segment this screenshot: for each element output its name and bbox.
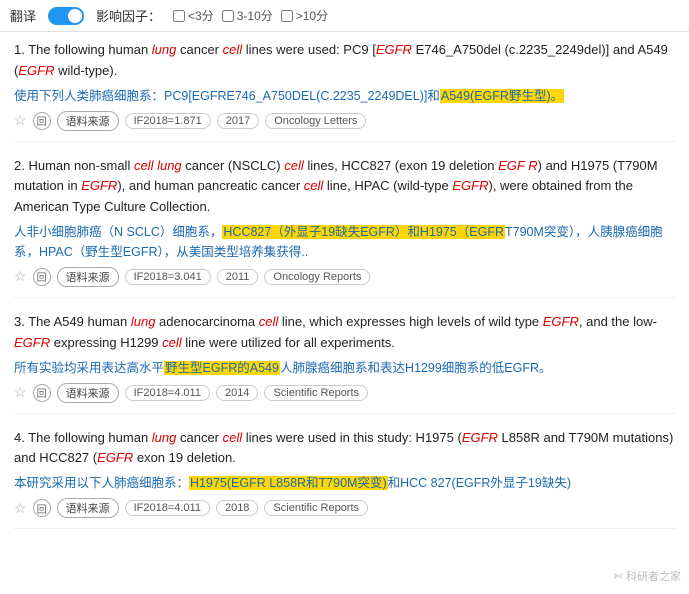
results-container: 1. The following human lung cancer cell … — [0, 32, 689, 551]
result-2-highlight: HCC827（外显子19缺失EGFR）和H1975（EGFR — [222, 225, 505, 239]
result-item-3: 3. The A549 human lung adenocarcinoma ce… — [14, 312, 675, 414]
result-item-4: 4. The following human lung cancer cell … — [14, 428, 675, 530]
result-2-year-tag: 2011 — [217, 269, 259, 285]
result-2-source-tag[interactable]: 语料来源 — [57, 267, 119, 287]
result-4-year-tag: 2018 — [216, 500, 258, 516]
result-3-highlight: 野生型EGFR的A549 — [164, 361, 280, 375]
filter-options: <3分 3-10分 >10分 — [173, 7, 328, 24]
result-1-if-tag: IF2018=1.871 — [125, 113, 211, 129]
result-1-source-tag[interactable]: 语料来源 — [57, 111, 119, 131]
result-4-cn: 本研究采用以下人肺癌细胞系：H1975(EGFR L858R和T790M突变)和… — [14, 473, 675, 493]
result-3-if-tag: IF2018=4.011 — [125, 385, 210, 401]
translate-label: 翻译 — [10, 6, 36, 25]
result-1-meta: ☆ 回 语料来源 IF2018=1.871 2017 Oncology Lett… — [14, 111, 675, 131]
result-1-journal-tag: Oncology Letters — [265, 113, 366, 129]
result-3-cn: 所有实验均采用表达高水平野生型EGFR的A549人肺腺癌细胞系和表达H1299细… — [14, 358, 675, 378]
result-4-meta: ☆ 回 语料来源 IF2018=4.011 2018 Scientific Re… — [14, 498, 675, 518]
result-2-cn: 人非小细胞肺癌（N SCLC）细胞系，HCC827（外显子19缺失EGFR）和H… — [14, 222, 675, 262]
result-item-2: 2. Human non-small cell lung cancer (NSC… — [14, 156, 675, 298]
result-2-star[interactable]: ☆ — [14, 268, 27, 285]
filter-lt3[interactable]: <3分 — [173, 7, 214, 24]
result-3-star[interactable]: ☆ — [14, 384, 27, 401]
filter-lt3-label: <3分 — [188, 7, 214, 24]
impact-label: 影响因子： — [96, 6, 161, 25]
watermark: ✄ 科研者之家 — [614, 568, 681, 584]
result-1-year-tag: 2017 — [217, 113, 259, 129]
result-3-circle[interactable]: 回 — [33, 384, 51, 402]
result-1-highlight: A549(EGFR野生型)。 — [440, 89, 564, 103]
filter-3to10-label: 3-10分 — [237, 7, 273, 24]
filter-lt3-checkbox[interactable] — [173, 10, 185, 22]
filter-3to10[interactable]: 3-10分 — [222, 7, 273, 24]
result-4-if-tag: IF2018=4.011 — [125, 500, 210, 516]
result-4-journal-tag: Scientific Reports — [264, 500, 368, 516]
top-bar: 翻译 影响因子： <3分 3-10分 >10分 — [0, 0, 689, 32]
result-4-star[interactable]: ☆ — [14, 500, 27, 517]
filter-3to10-checkbox[interactable] — [222, 10, 234, 22]
filter-gt10[interactable]: >10分 — [281, 7, 328, 24]
result-3-meta: ☆ 回 语料来源 IF2018=4.011 2014 Scientific Re… — [14, 383, 675, 403]
result-4-highlight: H1975(EGFR L858R和T790M突变) — [189, 476, 388, 490]
result-1-star[interactable]: ☆ — [14, 112, 27, 129]
result-3-source-tag[interactable]: 语料来源 — [57, 383, 119, 403]
result-3-year-tag: 2014 — [216, 385, 258, 401]
filter-gt10-checkbox[interactable] — [281, 10, 293, 22]
result-2-if-tag: IF2018=3.041 — [125, 269, 211, 285]
result-2-journal-tag: Oncology Reports — [264, 269, 370, 285]
result-1-circle[interactable]: 回 — [33, 112, 51, 130]
result-1-cn: 使用下列人类肺癌细胞系：PC9[EGFRE746_A750DEL(C.2235_… — [14, 86, 675, 106]
watermark-icon: ✄ — [614, 571, 623, 583]
result-1-en: 1. The following human lung cancer cell … — [14, 40, 675, 82]
result-4-source-tag[interactable]: 语料来源 — [57, 498, 119, 518]
translate-toggle[interactable] — [48, 7, 84, 25]
result-3-en: 3. The A549 human lung adenocarcinoma ce… — [14, 312, 675, 354]
result-4-en: 4. The following human lung cancer cell … — [14, 428, 675, 470]
watermark-text: 科研者之家 — [626, 571, 681, 583]
result-2-meta: ☆ 回 语料来源 IF2018=3.041 2011 Oncology Repo… — [14, 267, 675, 287]
result-3-journal-tag: Scientific Reports — [264, 385, 368, 401]
result-item-1: 1. The following human lung cancer cell … — [14, 40, 675, 142]
result-2-en: 2. Human non-small cell lung cancer (NSC… — [14, 156, 675, 218]
result-2-circle[interactable]: 回 — [33, 268, 51, 286]
filter-gt10-label: >10分 — [296, 7, 328, 24]
result-4-circle[interactable]: 回 — [33, 499, 51, 517]
